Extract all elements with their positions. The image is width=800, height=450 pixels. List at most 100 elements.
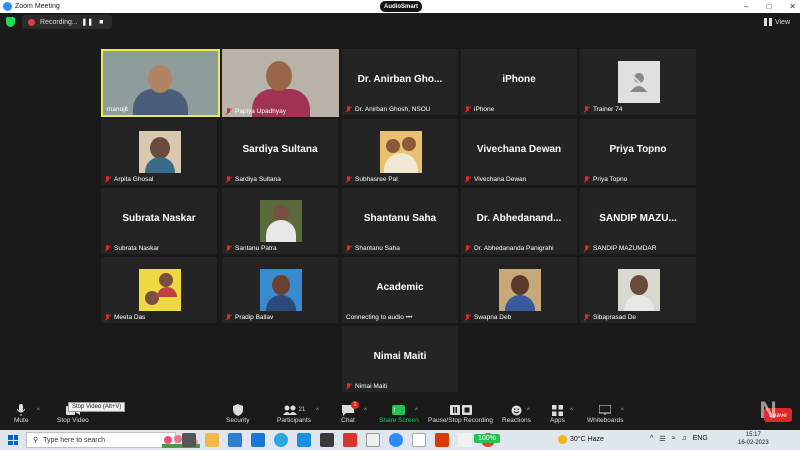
participant-tile-shantanu[interactable]: Shantanu Saha Shantanu Saha xyxy=(342,188,458,254)
smiley-icon xyxy=(509,403,523,417)
minimize-icon[interactable]: – xyxy=(744,2,748,11)
mic-muted-icon xyxy=(226,176,232,183)
maximize-icon[interactable]: □ xyxy=(766,2,771,11)
mcafee-icon[interactable] xyxy=(343,433,357,447)
participant-tile-santanu[interactable]: Santanu Patra xyxy=(222,188,338,254)
participant-tile-sandip[interactable]: SANDIP MAZU... SANDIP MAZUMDAR xyxy=(580,188,696,254)
whiteboards-button[interactable]: Whiteboards xyxy=(587,403,624,424)
edge-browser-icon[interactable] xyxy=(274,433,288,447)
participant-label: Trainer 74 xyxy=(584,106,622,113)
participant-tile-vivechana[interactable]: Vivechana Dewan Vivechana Dewan xyxy=(461,119,577,185)
participant-display-name: Dr. Anirban Gho... xyxy=(357,74,443,85)
weather-widget[interactable]: 30°C Haze xyxy=(558,435,604,444)
mail-icon[interactable] xyxy=(251,433,265,447)
participant-tile-pradip[interactable]: Pradip Ballav xyxy=(222,257,338,323)
participant-tile-swapna[interactable]: Swapna Deb xyxy=(461,257,577,323)
participant-tile-academic[interactable]: Academic Connecting to audio ••• xyxy=(342,257,458,323)
taskbar-clock[interactable]: 15:17 16-02-2023 xyxy=(738,431,769,447)
participant-name: Priya Topno xyxy=(593,176,628,183)
participant-tile-sardiya[interactable]: Sardiya Sultana Sardiya Sultana xyxy=(222,119,338,185)
participant-name: Trainer 74 xyxy=(593,106,623,113)
windows-start-icon[interactable] xyxy=(8,435,18,445)
chat-options-chevron-icon[interactable]: ^ xyxy=(364,408,367,414)
participant-display-name: Shantanu Saha xyxy=(363,213,437,224)
share-screen-button[interactable]: ↑ Share Screen xyxy=(379,403,419,424)
chat-button[interactable]: 1 Chat xyxy=(341,401,359,424)
l-app-icon[interactable] xyxy=(228,433,242,447)
participant-tile-sibaprasad[interactable]: Sibaprasad De xyxy=(580,257,696,323)
window-title: Zoom Meeting xyxy=(15,3,60,10)
network-icon[interactable]: ☰ xyxy=(659,435,665,443)
pause-recording-icon[interactable]: ❚❚ xyxy=(81,18,93,27)
participant-tile-meeta[interactable]: Meeta Das xyxy=(101,257,217,323)
participant-display-name: Academic xyxy=(376,282,424,293)
person-head xyxy=(386,139,400,153)
tray-chevron-icon[interactable]: ^ xyxy=(650,435,653,443)
participant-label: iPhone xyxy=(465,106,494,113)
participant-tile-abhedananda[interactable]: Dr. Abhedanand... Dr. Abhedananda Panigr… xyxy=(461,188,577,254)
windows-taskbar: ⚲ Type here to search 100% 30°C Haze ^ ☰… xyxy=(0,430,800,450)
volume-icon[interactable]: ♫ xyxy=(681,435,686,443)
mic-muted-icon xyxy=(346,176,352,183)
participant-label: Arpita Ghosal xyxy=(105,176,153,183)
participant-tile-anirban[interactable]: Dr. Anirban Gho... Dr. Anirban Ghosh, NS… xyxy=(342,49,458,115)
view-button[interactable]: View xyxy=(760,15,794,29)
app-icon[interactable] xyxy=(320,433,334,447)
participants-options-chevron-icon[interactable]: ^ xyxy=(316,408,319,414)
profile-photo xyxy=(380,131,422,173)
participant-tile-manojit[interactable]: manojit xyxy=(101,49,220,117)
person-head xyxy=(402,137,416,151)
taskbar-search-input[interactable]: ⚲ Type here to search xyxy=(26,432,200,448)
security-shield-icon[interactable] xyxy=(6,17,15,27)
security-button[interactable]: Security xyxy=(226,403,249,424)
close-icon[interactable]: ✕ xyxy=(789,2,796,11)
store-icon[interactable] xyxy=(297,433,311,447)
wifi-icon[interactable]: ≈ xyxy=(672,435,676,443)
task-view-icon[interactable] xyxy=(182,433,196,447)
participant-label: Dr. Abhedananda Panigrahi xyxy=(465,245,554,252)
participant-display-name: Dr. Abhedanand... xyxy=(476,213,562,224)
chat-bubble-icon: 1 xyxy=(341,401,359,417)
pause-stop-recording-button[interactable]: Pause/Stop Recording xyxy=(428,403,493,424)
participant-tile-nimai[interactable]: Nimai Maiti Nimai Maiti xyxy=(342,326,458,392)
mic-muted-icon xyxy=(226,245,232,252)
notepad-icon[interactable] xyxy=(458,433,472,447)
person-head xyxy=(511,275,529,295)
person-body xyxy=(145,157,175,173)
apps-button[interactable]: Apps xyxy=(550,403,565,424)
participant-tile-arpita[interactable]: Arpita Ghosal xyxy=(101,119,217,185)
mic-muted-icon xyxy=(465,314,471,321)
participant-label: Vivechana Dewan xyxy=(465,176,526,183)
apps-options-chevron-icon[interactable]: ^ xyxy=(570,408,573,414)
share-options-chevron-icon[interactable]: ^ xyxy=(415,408,418,414)
document-icon[interactable] xyxy=(366,433,380,447)
paint-icon[interactable] xyxy=(412,433,426,447)
whiteboards-options-chevron-icon[interactable]: ^ xyxy=(621,408,624,414)
office-icon[interactable] xyxy=(435,433,449,447)
participant-display-name: Priya Topno xyxy=(609,144,667,155)
file-explorer-icon[interactable] xyxy=(205,433,219,447)
grid-icon xyxy=(763,18,772,26)
profile-photo xyxy=(139,131,181,173)
reactions-options-chevron-icon[interactable]: ^ xyxy=(527,408,530,414)
profile-photo xyxy=(260,269,302,311)
participant-tile-iphone[interactable]: iPhone iPhone xyxy=(461,49,577,115)
participant-tile-subrata[interactable]: Subrata Naskar Subrata Naskar xyxy=(101,188,217,254)
meeting-topbar: Recording... ❚❚ ■ View xyxy=(0,13,800,31)
mute-options-chevron-icon[interactable]: ^ xyxy=(37,408,40,414)
person-head xyxy=(630,275,648,295)
mute-button[interactable]: Mute xyxy=(14,403,28,424)
recording-label: Recording... xyxy=(40,18,78,26)
language-indicator[interactable]: ENG xyxy=(693,435,708,443)
participants-button[interactable]: 21 Participants xyxy=(277,403,311,424)
participant-tile-subhasree[interactable]: Subhasree Pal xyxy=(342,119,458,185)
zoom-level-indicator[interactable]: 100% xyxy=(474,434,500,443)
stop-recording-icon[interactable]: ■ xyxy=(97,18,106,27)
participant-tile-trainer74[interactable]: Trainer 74 xyxy=(580,49,696,115)
mic-muted-icon xyxy=(584,314,590,321)
participant-tile-papiya[interactable]: Papiya Upadhyay xyxy=(222,49,339,117)
person-head xyxy=(148,65,172,93)
zoom-taskbar-icon[interactable] xyxy=(389,433,403,447)
participant-tile-priya[interactable]: Priya Topno Priya Topno xyxy=(580,119,696,185)
shield-icon xyxy=(231,403,245,417)
